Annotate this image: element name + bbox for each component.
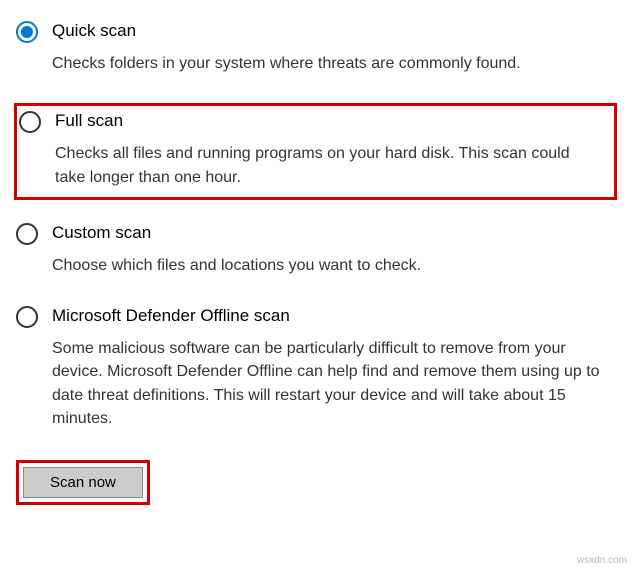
highlight-scan-button: Scan now <box>16 460 150 505</box>
option-content: Custom scan Choose which files and locat… <box>52 222 617 277</box>
option-desc-offline: Some malicious software can be particula… <box>52 337 607 430</box>
option-full-scan[interactable]: Full scan Checks all files and running p… <box>19 110 608 188</box>
option-label-offline: Microsoft Defender Offline scan <box>52 305 607 327</box>
option-label-full: Full scan <box>55 110 598 132</box>
radio-quick-scan[interactable] <box>16 21 38 43</box>
radio-offline-scan[interactable] <box>16 306 38 328</box>
option-label-quick: Quick scan <box>52 20 607 42</box>
option-desc-custom: Choose which files and locations you wan… <box>52 254 607 277</box>
radio-custom-scan[interactable] <box>16 223 38 245</box>
watermark: wsxdn.com <box>577 555 627 566</box>
option-custom-scan[interactable]: Custom scan Choose which files and locat… <box>16 222 617 277</box>
option-desc-quick: Checks folders in your system where thre… <box>52 52 607 75</box>
option-quick-scan[interactable]: Quick scan Checks folders in your system… <box>16 20 617 75</box>
option-offline-scan[interactable]: Microsoft Defender Offline scan Some mal… <box>16 305 617 430</box>
button-row: Scan now <box>16 460 617 505</box>
option-content: Microsoft Defender Offline scan Some mal… <box>52 305 617 430</box>
option-content: Quick scan Checks folders in your system… <box>52 20 617 75</box>
highlight-full-scan: Full scan Checks all files and running p… <box>14 103 617 199</box>
option-label-custom: Custom scan <box>52 222 607 244</box>
scan-now-button[interactable]: Scan now <box>23 467 143 498</box>
radio-full-scan[interactable] <box>19 111 41 133</box>
option-content: Full scan Checks all files and running p… <box>55 110 608 188</box>
option-desc-full: Checks all files and running programs on… <box>55 142 598 188</box>
